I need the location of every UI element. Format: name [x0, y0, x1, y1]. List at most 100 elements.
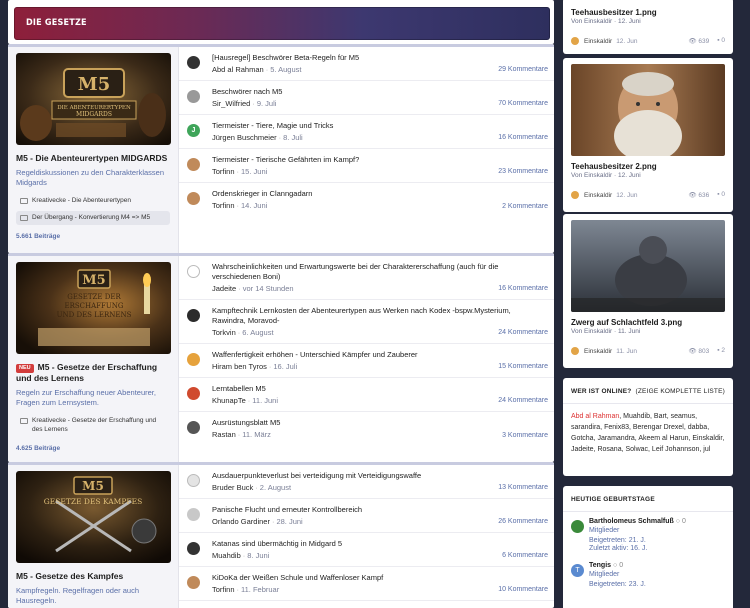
birthday-name[interactable]: Bartholomeus Schmalfuß [589, 518, 674, 525]
thread-row[interactable]: Kampftechnik Lernkosten der Abenteurerty… [179, 300, 554, 344]
user-avatar[interactable] [571, 191, 579, 199]
forum-title-link[interactable]: M5 - Gesetze der Erschaffung und des Ler… [16, 362, 157, 383]
thread-row[interactable]: Tiermeister - Tierische Gefährten im Kam… [179, 149, 554, 183]
thread-row[interactable]: Panische Flucht und erneuter Kontrollber… [179, 499, 554, 533]
thread-author[interactable]: Orlando Gardiner [212, 517, 270, 526]
thread-row[interactable]: Ausdauerpunkteverlust bei verteidigung m… [179, 465, 554, 499]
gallery-author[interactable]: Einskaldir [584, 348, 612, 355]
user-avatar[interactable] [571, 37, 579, 45]
thread-title[interactable]: Ausrüstungsblatt M5 [212, 418, 548, 428]
user-avatar[interactable] [187, 353, 200, 366]
thread-title[interactable]: Wahrscheinlichkeiten und Erwartungswerte… [212, 262, 548, 282]
paperclip-icon[interactable] [187, 265, 200, 278]
thread-row[interactable]: [Hausregel] Beschwörer Beta-Regeln für M… [179, 47, 554, 81]
user-avatar[interactable] [571, 520, 584, 533]
gallery-title[interactable]: Teehausbesitzer 2.png [571, 162, 725, 171]
thread-title[interactable]: KiDoKa der Weißen Schule und Waffenloser… [212, 573, 548, 583]
thread-title[interactable]: Ausdauerpunkteverlust bei verteidigung m… [212, 471, 548, 481]
thread-title[interactable]: Ordenskrieger in Clanngadarn [212, 189, 548, 199]
user-avatar[interactable] [187, 474, 200, 487]
thread-comment-count[interactable]: 26 Kommentare [498, 518, 548, 525]
thread-author[interactable]: Rastan [212, 430, 236, 439]
thread-comment-count[interactable]: 16 Kommentare [498, 134, 548, 141]
forum-title[interactable]: M5 - Die Abenteurertypen MIDGARDS [16, 153, 170, 164]
thread-title[interactable]: Kampftechnik Lernkosten der Abenteurerty… [212, 306, 548, 326]
thread-author[interactable]: Jürgen Buschmeier [212, 133, 277, 142]
thread-comment-count[interactable]: 23 Kommentare [498, 168, 548, 175]
gallery-image[interactable] [571, 64, 725, 156]
thread-row[interactable]: Ordenskrieger in Clanngadarn Torfinn · 14.… [179, 183, 554, 217]
user-avatar[interactable] [187, 387, 200, 400]
user-avatar[interactable] [187, 576, 200, 589]
thread-title[interactable]: [Hausregel] Beschwörer Beta-Regeln für M… [212, 53, 548, 63]
thread-row[interactable]: Beschwörer nach M5 Sir_Wilfried · 9. Juli … [179, 81, 554, 115]
birthday-name[interactable]: Tengis [589, 562, 611, 569]
thread-comment-count[interactable]: 70 Kommentare [498, 100, 548, 107]
forum-title[interactable]: NEU M5 - Gesetze der Erschaffung und des … [16, 362, 170, 384]
thread-row[interactable]: KiDoKa der Weißen Schule und Waffenloser… [179, 567, 554, 601]
thread-comment-count[interactable]: 24 Kommentare [498, 397, 548, 404]
forum-title-link[interactable]: M5 - Die Abenteurertypen MIDGARDS [16, 153, 167, 163]
thread-author[interactable]: KhunapTe [212, 396, 246, 405]
thread-author[interactable]: Muahdib [212, 551, 241, 560]
thread-row[interactable]: Waffenfertigkeit erhöhen - Unterschied K… [179, 344, 554, 378]
gallery-item[interactable]: Teehausbesitzer 2.png Von Einskaldir · 1… [563, 58, 733, 212]
thread-author[interactable]: Bruder Buck [212, 483, 253, 492]
user-avatar[interactable] [187, 56, 200, 69]
category-banner[interactable]: DIE GESETZE [14, 7, 550, 40]
thread-author[interactable]: Torfinn [212, 201, 235, 210]
show-full-list-link[interactable]: (ZEIGE KOMPLETTE LISTE) [636, 388, 725, 395]
gallery-item[interactable]: Zwerg auf Schlachtfeld 3.png Von Einskal… [563, 214, 733, 368]
user-avatar[interactable] [187, 192, 200, 205]
thread-author[interactable]: Torkvin [212, 328, 236, 337]
thread-title[interactable]: Panische Flucht und erneuter Kontrollber… [212, 505, 548, 515]
thread-author[interactable]: Torfinn [212, 585, 235, 594]
thread-title[interactable]: Tiermeister - Tierische Gefährten im Kam… [212, 155, 548, 165]
thread-title[interactable]: Tiermeister - Tiere, Magie und Tricks [212, 121, 548, 131]
thread-author[interactable]: Sir_Wilfried [212, 99, 250, 108]
thread-comment-count[interactable]: 3 Kommentare [502, 432, 548, 439]
subforum-link[interactable]: Kreativecke - Gesetze der Erschaffung un… [16, 414, 170, 438]
user-avatar[interactable] [187, 90, 200, 103]
forum-image[interactable]: M5 DIE ABENTEURERTYPEN MIDGARDS [16, 53, 171, 145]
user-avatar[interactable] [187, 309, 200, 322]
forum-image[interactable]: M5 GESETZE DER ERSCHAFFUNG UND DES LERNE… [16, 262, 171, 354]
thread-row[interactable]: Katanas sind übermächtig in Midgard 5 Mu… [179, 533, 554, 567]
thread-title[interactable]: Lerntabellen M5 [212, 384, 548, 394]
thread-row[interactable]: Ausrüstungsblatt M5 Rastan · 11. März 3 Ko… [179, 412, 554, 446]
thread-title[interactable]: Beschwörer nach M5 [212, 87, 548, 97]
subforum-link[interactable]: Der Übergang - Konvertierung M4 => M5 [16, 210, 170, 226]
user-avatar[interactable] [187, 542, 200, 555]
thread-comment-count[interactable]: 2 Kommentare [502, 203, 548, 210]
user-avatar[interactable] [571, 347, 579, 355]
user-avatar[interactable] [187, 508, 200, 521]
gallery-image[interactable] [571, 220, 725, 312]
forum-title-link[interactable]: M5 - Gesetze des Kampfes [16, 571, 123, 581]
user-avatar[interactable]: T [571, 564, 584, 577]
thread-title[interactable]: Waffenfertigkeit erhöhen - Unterschied K… [212, 350, 548, 360]
gallery-title[interactable]: Teehausbesitzer 1.png [571, 8, 725, 17]
gallery-author[interactable]: Einskaldir [584, 38, 612, 45]
thread-comment-count[interactable]: 6 Kommentare [502, 552, 548, 559]
thread-row[interactable]: Wahrscheinlichkeiten und Erwartungswerte… [179, 256, 554, 300]
user-avatar[interactable]: J [187, 124, 200, 137]
online-admin[interactable]: Abd al Rahman [571, 413, 619, 420]
user-avatar[interactable] [187, 421, 200, 434]
subforum-link[interactable]: Kreativecke - Die Abenteurertypen [16, 194, 170, 209]
thread-author[interactable]: Torfinn [212, 167, 235, 176]
gallery-author[interactable]: Einskaldir [584, 192, 612, 199]
thread-author[interactable]: Abd al Rahman [212, 65, 264, 74]
user-avatar[interactable] [187, 158, 200, 171]
thread-author[interactable]: Hiram ben Tyros [212, 362, 267, 371]
thread-comment-count[interactable]: 29 Kommentare [498, 66, 548, 73]
thread-comment-count[interactable]: 16 Kommentare [498, 285, 548, 292]
thread-comment-count[interactable]: 13 Kommentare [498, 484, 548, 491]
thread-row[interactable]: Lerntabellen M5 KhunapTe · 11. Juni 24 Kom… [179, 378, 554, 412]
thread-author[interactable]: Jadeite [212, 284, 236, 293]
forum-image[interactable]: M5 GESETZE DES KAMPFES [16, 471, 171, 563]
gallery-item[interactable]: Teehausbesitzer 1.png Von Einskaldir · 1… [563, 0, 733, 54]
gallery-title[interactable]: Zwerg auf Schlachtfeld 3.png [571, 318, 725, 327]
thread-comment-count[interactable]: 24 Kommentare [498, 329, 548, 336]
thread-comment-count[interactable]: 10 Kommentare [498, 586, 548, 593]
forum-title[interactable]: M5 - Gesetze des Kampfes [16, 571, 170, 582]
